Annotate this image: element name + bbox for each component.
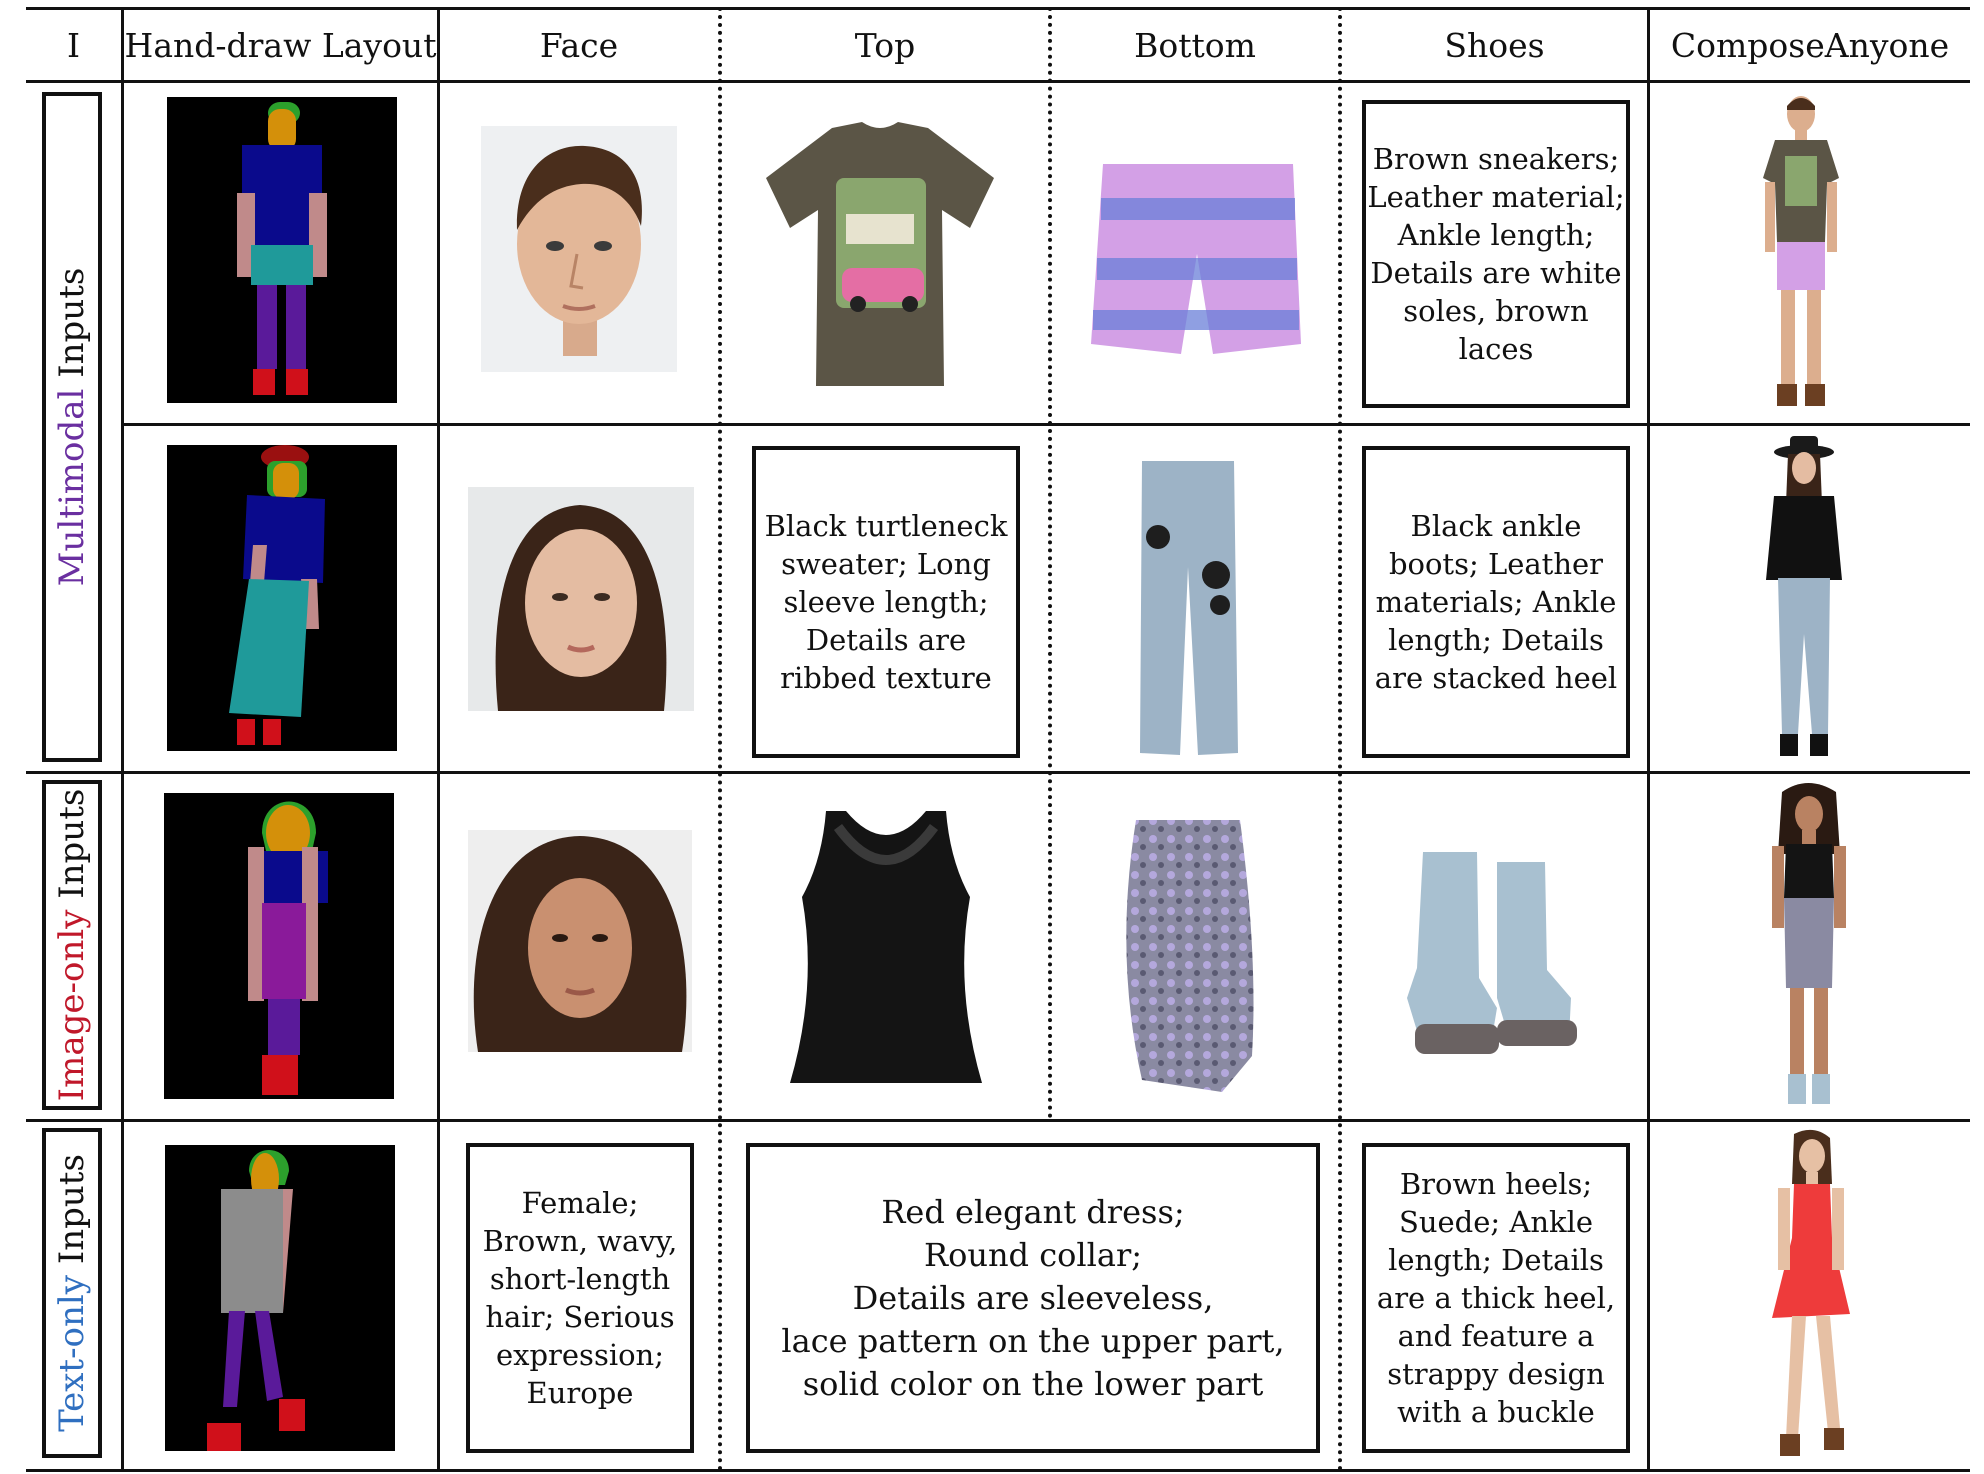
row3-layout-sketch <box>164 793 394 1099</box>
layout-leg-right <box>255 1311 283 1401</box>
dotted-divider-shoes <box>1338 7 1342 1472</box>
olive-graphic-tshirt-photo <box>762 118 998 392</box>
layout-leg-left <box>257 285 277 369</box>
row1-shoes-text-box: Brown sneakers; Leather material; Ankle … <box>1362 100 1630 408</box>
header-bottom: Bottom <box>1134 25 1256 65</box>
layout-shoe-left <box>253 369 275 395</box>
row4-face-text: Female; Brown, wavy, short-length hair; … <box>482 1186 678 1410</box>
layout-arm-left <box>248 847 264 1001</box>
row-label-image-only-colored: Image-only <box>52 909 92 1102</box>
layout-legs <box>268 999 300 1055</box>
woman-in-tank-and-skirt-photo <box>1764 780 1854 1112</box>
row4-shoes-text-box: Brown heels; Suede; Ankle length; Detail… <box>1362 1143 1630 1453</box>
layout-shoe-left <box>207 1423 241 1451</box>
female-face-photo <box>468 487 694 711</box>
layout-skirt <box>262 903 306 999</box>
row2-shoes-text-box: Black ankle boots; Leather materials; An… <box>1362 446 1630 758</box>
layout-face <box>273 463 299 499</box>
layout-shoe-right <box>279 1399 305 1431</box>
layout-face <box>268 109 296 151</box>
row2-top-text-box: Black turtleneck sweater; Long sleeve le… <box>752 446 1020 758</box>
table-bottom-rule <box>26 1469 1970 1472</box>
floral-ruched-skirt-photo <box>1112 816 1262 1094</box>
row4-top-bottom-text: Red elegant dress; Round collar; Details… <box>781 1192 1285 1403</box>
woman-in-red-dress-photo <box>1758 1128 1862 1462</box>
header-index: I <box>66 25 81 65</box>
col-divider-6 <box>1647 7 1650 1472</box>
row-label-text-only-rest: Inputs <box>52 1154 92 1275</box>
layout-shoes <box>262 1055 298 1095</box>
row-label-text-only-colored: Text-only <box>52 1274 92 1432</box>
curly-hair-female-face-photo <box>468 830 692 1052</box>
woman-in-hat-and-jeans-photo <box>1758 434 1850 766</box>
layout-leg-right <box>286 285 306 369</box>
header-result: ComposeAnyone <box>1670 25 1950 65</box>
floral-jeans-photo <box>1136 457 1240 759</box>
layout-shoe-right <box>286 369 308 395</box>
row2-top-text: Black turtleneck sweater; Long sleeve le… <box>764 509 1008 695</box>
row-label-multimodal-colored: Multimodal <box>52 388 92 587</box>
row4-face-text-box: Female; Brown, wavy, short-length hair; … <box>466 1143 694 1453</box>
row-label-image-only-rest: Inputs <box>52 788 92 910</box>
man-in-tshirt-and-shorts-photo <box>1755 92 1847 414</box>
row4-top-bottom-text-box: Red elegant dress; Round collar; Details… <box>746 1143 1320 1453</box>
dotted-divider-bottom <box>1048 7 1052 1119</box>
row1-rule <box>124 423 1970 426</box>
layout-leg-left <box>223 1311 245 1407</box>
layout-shoe-left <box>237 719 255 745</box>
row-label-multimodal: Multimodal Inputs <box>42 92 102 762</box>
layout-skirt <box>229 579 309 717</box>
row-label-multimodal-rest: Inputs <box>52 267 92 389</box>
row2-layout-sketch <box>167 445 397 751</box>
black-lace-tank-top-photo <box>786 807 986 1089</box>
layout-skirt <box>251 245 313 285</box>
row1-shoes-text: Brown sneakers; Leather material; Ankle … <box>1367 142 1625 366</box>
header-layout: Hand-draw Layout <box>124 25 437 65</box>
male-face-photo <box>481 126 677 372</box>
row2-rule <box>26 771 1970 774</box>
layout-dress <box>221 1189 283 1313</box>
header-face: Face <box>539 25 619 65</box>
lilac-patterned-shorts-photo <box>1089 158 1303 358</box>
col-divider-1 <box>121 7 124 1472</box>
row-label-image-only: Image-only Inputs <box>42 780 102 1110</box>
row3-rule <box>26 1119 1970 1122</box>
layout-shoe-right <box>263 719 281 745</box>
header-shoes: Shoes <box>1444 25 1545 65</box>
dotted-divider-top <box>718 7 722 1472</box>
row2-shoes-text: Black ankle boots; Leather materials; An… <box>1374 509 1618 695</box>
row4-shoes-text: Brown heels; Suede; Ankle length; Detail… <box>1376 1167 1616 1429</box>
row1-layout-sketch <box>167 97 397 403</box>
denim-boots-photo <box>1347 848 1591 1066</box>
row4-layout-sketch <box>165 1145 395 1451</box>
header-top: Top <box>854 25 916 65</box>
row-label-text-only: Text-only Inputs <box>42 1128 102 1458</box>
col-divider-2 <box>437 7 440 1472</box>
